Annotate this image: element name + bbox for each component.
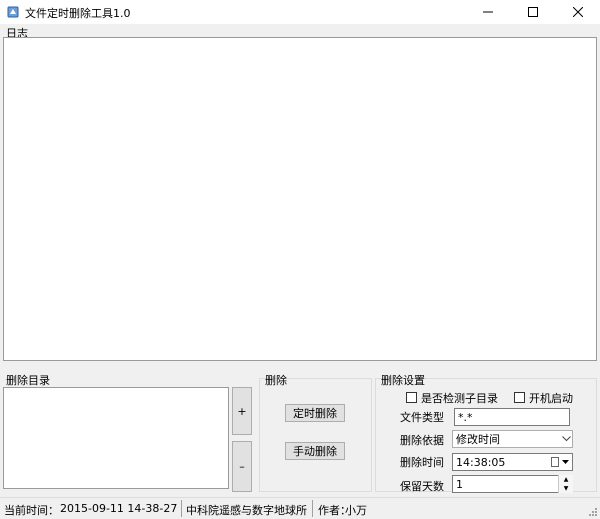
spin-down-icon[interactable]: ▼ (558, 484, 573, 493)
manual-delete-button[interactable]: 手动删除 (285, 442, 345, 460)
triangle-down-icon (562, 460, 569, 464)
keep-days-spinner[interactable]: ▲ ▼ (558, 475, 573, 493)
calendar-icon[interactable] (551, 457, 559, 467)
minimize-button[interactable] (465, 0, 510, 24)
keep-days-input[interactable]: 1 (452, 475, 573, 493)
spin-up-icon[interactable]: ▲ (558, 475, 573, 484)
startup-checkbox[interactable] (514, 392, 525, 403)
delete-group-label: 删除 (265, 374, 287, 387)
delete-basis-label: 删除依据 (400, 434, 444, 447)
timed-delete-button[interactable]: 定时删除 (285, 404, 345, 422)
window-title: 文件定时删除工具1.0 (25, 7, 131, 20)
check-subdir-checkbox[interactable] (406, 392, 417, 403)
delete-group (259, 378, 372, 492)
delete-time-label: 删除时间 (400, 456, 444, 469)
keep-days-label: 保留天数 (400, 480, 444, 493)
close-icon (572, 7, 583, 17)
log-textarea[interactable] (3, 37, 597, 361)
close-button[interactable] (555, 0, 600, 24)
app-icon (6, 5, 20, 19)
author-name: 小万 (345, 504, 367, 517)
delete-basis-select[interactable]: 修改时间 (452, 430, 573, 448)
directory-group-label: 删除目录 (6, 374, 50, 387)
status-separator (181, 500, 182, 517)
check-subdir-label[interactable]: 是否检测子目录 (421, 390, 498, 406)
minimize-icon (482, 11, 493, 13)
file-type-label: 文件类型 (400, 411, 444, 424)
add-directory-button[interactable]: + (232, 387, 252, 435)
maximize-icon (527, 7, 538, 17)
chevron-down-icon[interactable] (560, 430, 573, 448)
organization-text: 中科院遥感与数字地球所 (186, 504, 307, 517)
time-dropdown-arrow[interactable] (559, 453, 572, 471)
status-separator (312, 500, 313, 517)
current-time-value: 2015-09-11 14-38-27 (60, 502, 178, 515)
maximize-button[interactable] (510, 0, 555, 24)
remove-directory-button[interactable]: – (232, 441, 252, 492)
settings-group-label: 删除设置 (381, 374, 425, 387)
resize-grip-icon[interactable] (586, 507, 598, 517)
startup-label[interactable]: 开机启动 (529, 390, 573, 406)
directory-list[interactable] (3, 387, 229, 489)
current-time-label: 当前时间： (4, 504, 59, 517)
file-type-input[interactable]: *.* (454, 408, 570, 426)
